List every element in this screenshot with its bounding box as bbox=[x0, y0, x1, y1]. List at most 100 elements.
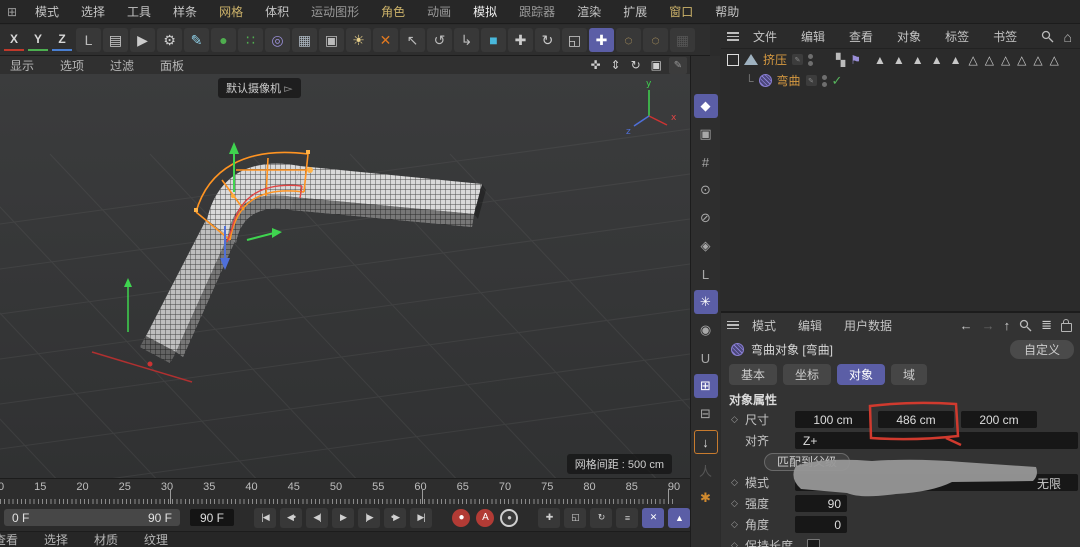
mode-tool-icon[interactable]: L bbox=[694, 262, 718, 286]
record-button[interactable]: ● bbox=[500, 509, 518, 527]
panel-menu-icon[interactable] bbox=[727, 321, 739, 330]
mode-tool-icon[interactable]: ✱ bbox=[694, 486, 718, 510]
strength-input[interactable]: 90 bbox=[795, 495, 847, 512]
mode-tool-icon[interactable]: ◉ bbox=[694, 318, 718, 342]
up-arrow-icon[interactable]: ↑ bbox=[1004, 318, 1011, 333]
menubar-item[interactable]: 运动图形 bbox=[300, 0, 370, 24]
angle-input[interactable]: 0 bbox=[795, 516, 847, 533]
transport-button[interactable]: ▶ bbox=[332, 508, 354, 528]
attr-menu-item[interactable]: 编辑 bbox=[787, 317, 833, 334]
mode-tool-icon[interactable]: ⊞ bbox=[694, 374, 718, 398]
viewport-menu-item[interactable]: 面板 bbox=[160, 57, 184, 74]
camera-label-pill[interactable]: 默认摄像机 ▻ bbox=[218, 78, 301, 98]
filter-icon[interactable]: ≣ bbox=[1041, 317, 1052, 333]
toolbar-icon[interactable]: ⚙ bbox=[157, 28, 182, 52]
toolbar-icon[interactable]: ◱ bbox=[562, 28, 587, 52]
toolbar-icon[interactable]: ✎ bbox=[184, 28, 209, 52]
panel-menu-icon[interactable] bbox=[727, 32, 739, 41]
mode-tool-icon[interactable]: # bbox=[694, 150, 718, 174]
toolbar-icon[interactable]: ✕ bbox=[373, 28, 398, 52]
triangle-tag-icon[interactable]: ▲ bbox=[912, 53, 924, 67]
menubar-item[interactable]: 跟踪器 bbox=[508, 0, 566, 24]
mode-tool-icon[interactable]: ⊟ bbox=[694, 402, 718, 426]
triangle-tag-icon[interactable]: ▲ bbox=[893, 53, 905, 67]
forward-arrow-icon[interactable]: → bbox=[982, 318, 995, 333]
triangle-tag-icon[interactable]: △ bbox=[1033, 53, 1042, 67]
matbar-menu-item[interactable]: 纹理 bbox=[144, 531, 168, 547]
x-axis-button[interactable]: X bbox=[4, 29, 24, 51]
viewport-panel[interactable]: 显示选项过滤面板 ✜⇕↻▣ ✎ bbox=[0, 56, 690, 478]
object-row-bend[interactable]: └ 弯曲 ✎ ✓ bbox=[721, 70, 1080, 91]
record-button[interactable]: A bbox=[476, 509, 494, 527]
triangle-tag-icon[interactable]: △ bbox=[968, 53, 977, 67]
transport-button[interactable]: |▶ bbox=[358, 508, 380, 528]
size-input[interactable]: 486 cm bbox=[878, 411, 954, 428]
mode-tool-icon[interactable]: 人 bbox=[694, 458, 718, 482]
layer-checker-icon[interactable]: ▚ bbox=[836, 53, 845, 67]
back-arrow-icon[interactable]: ← bbox=[960, 318, 973, 333]
window-grid-icon[interactable]: ⊞ bbox=[4, 4, 20, 20]
size-input[interactable]: 100 cm bbox=[795, 411, 871, 428]
scene-3d[interactable]: y x z bbox=[0, 74, 690, 478]
object-name-bend[interactable]: 弯曲 bbox=[777, 72, 801, 89]
record-button[interactable]: ● bbox=[452, 509, 470, 527]
search-icon[interactable] bbox=[1019, 319, 1032, 332]
attribute-tab[interactable]: 域 bbox=[891, 364, 927, 385]
triangle-tag-icon[interactable]: ▲ bbox=[931, 53, 943, 67]
mode-tool-icon[interactable]: ✳ bbox=[694, 290, 718, 314]
menubar-item[interactable]: 角色 bbox=[370, 0, 416, 24]
align-dropdown[interactable]: Z+ bbox=[795, 432, 1078, 449]
attribute-tab[interactable]: 基本 bbox=[729, 364, 777, 385]
triangle-tag-icon[interactable]: △ bbox=[1017, 53, 1026, 67]
viewport-menu-item[interactable]: 显示 bbox=[10, 57, 34, 74]
attribute-tab[interactable]: 对象 bbox=[837, 364, 885, 385]
menubar-item[interactable]: 动画 bbox=[416, 0, 462, 24]
menubar-item[interactable]: 体积 bbox=[254, 0, 300, 24]
y-axis-button[interactable]: Y bbox=[28, 29, 48, 51]
toolbar-icon[interactable]: ∷ bbox=[238, 28, 263, 52]
menubar-item[interactable]: 扩展 bbox=[612, 0, 658, 24]
mode-tool-icon[interactable]: ↓ bbox=[694, 430, 718, 454]
z-axis-button[interactable]: Z bbox=[52, 29, 72, 51]
transport-button[interactable]: •▶ bbox=[384, 508, 406, 528]
viewport-nav-icon[interactable]: ✜ bbox=[590, 58, 600, 72]
keyframe-diamond-icon[interactable]: ◇ bbox=[731, 498, 745, 509]
toolbar-icon[interactable]: ▦ bbox=[292, 28, 317, 52]
viewport-menu-item[interactable]: 过滤 bbox=[110, 57, 134, 74]
menubar-item[interactable]: 选择 bbox=[70, 0, 116, 24]
toolbar-icon[interactable]: ↳ bbox=[454, 28, 479, 52]
menubar-item[interactable]: 渲染 bbox=[566, 0, 612, 24]
keyframe-diamond-icon[interactable]: ◇ bbox=[731, 414, 745, 425]
keyframe-diamond-icon[interactable]: ◇ bbox=[731, 519, 745, 530]
record-toggle[interactable]: ↻ bbox=[590, 508, 612, 528]
menubar-item[interactable]: 窗口 bbox=[658, 0, 704, 24]
mode-tool-icon[interactable]: ⊙ bbox=[694, 178, 718, 202]
keep-length-checkbox[interactable] bbox=[807, 539, 820, 547]
record-toggle[interactable]: ✚ bbox=[538, 508, 560, 528]
viewport-nav-icon[interactable]: ↻ bbox=[631, 58, 641, 72]
search-icon[interactable] bbox=[1041, 30, 1054, 43]
matbar-menu-item[interactable]: 查看 bbox=[0, 531, 18, 547]
timeline-range-slider[interactable]: 0 F 90 F bbox=[4, 509, 180, 526]
toolbar-icon[interactable]: ◌ bbox=[616, 28, 641, 52]
visibility-dots-icon[interactable] bbox=[808, 54, 813, 66]
om-menu-item[interactable]: 编辑 bbox=[789, 28, 837, 45]
triangle-tag-icon[interactable]: △ bbox=[1001, 53, 1010, 67]
toolbar-icon[interactable]: ▣ bbox=[319, 28, 344, 52]
lock-icon[interactable] bbox=[1061, 323, 1072, 332]
viewport-nav-icon[interactable]: ▣ bbox=[651, 58, 662, 72]
om-menu-item[interactable]: 查看 bbox=[837, 28, 885, 45]
record-toggle[interactable]: ◱ bbox=[564, 508, 586, 528]
menubar-item[interactable]: 模式 bbox=[24, 0, 70, 24]
flag-icon[interactable]: ⚑ bbox=[850, 53, 861, 67]
toolbar-icon[interactable]: ↖ bbox=[400, 28, 425, 52]
mode-tool-icon[interactable]: ▣ bbox=[694, 122, 718, 146]
edit-toggle-icon[interactable]: ✎ bbox=[792, 54, 803, 65]
home-icon[interactable]: ⌂ bbox=[1064, 29, 1072, 45]
mode-tool-icon[interactable]: ◈ bbox=[694, 234, 718, 258]
matbar-menu-item[interactable]: 选择 bbox=[44, 531, 68, 547]
matbar-menu-item[interactable]: 材质 bbox=[94, 531, 118, 547]
toolbar-icon[interactable]: ↻ bbox=[535, 28, 560, 52]
keyframe-diamond-icon[interactable]: ◇ bbox=[731, 477, 745, 488]
toolbar-icon[interactable]: ↺ bbox=[427, 28, 452, 52]
